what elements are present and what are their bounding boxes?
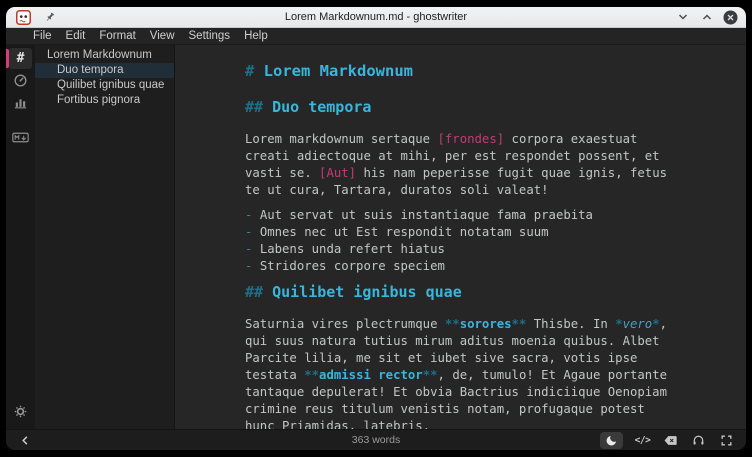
editor-text-segment: Duo tempora (272, 98, 371, 116)
editor-list-item: - Omnes nec ut Est respondit notatam suu… (245, 224, 734, 241)
close-button[interactable] (723, 10, 738, 25)
editor-text-segment: ** (445, 317, 460, 331)
tab-session-statistics[interactable] (9, 70, 32, 91)
editor-text-segment: # (245, 62, 264, 80)
editor-list-item: - Labens unda refert hiatus (245, 241, 734, 258)
tab-cheat-sheet[interactable] (9, 127, 32, 148)
editor-text-segment: - (245, 259, 260, 273)
editor-text-segment: admissi rector (319, 368, 423, 382)
editor-text-segment: - (245, 225, 260, 239)
moon-icon (605, 434, 618, 447)
menubar: File Edit Format View Settings Help (6, 28, 746, 45)
menu-settings[interactable]: Settings (182, 30, 238, 42)
headphones-icon (692, 434, 705, 447)
editor-text-segment: ** (423, 368, 438, 382)
maximize-button[interactable] (699, 10, 714, 25)
active-tab-indicator (6, 49, 9, 68)
menu-format[interactable]: Format (92, 30, 142, 42)
editor-text-segment: vero (623, 317, 653, 331)
editor-paragraph: Lorem markdownum sertaque [frondes] corp… (245, 131, 734, 199)
chevron-up-icon (701, 11, 713, 23)
editor-content: # Lorem Markdownum ## Duo tempora Lorem ma… (245, 62, 734, 429)
editor-text-segment: sorores (460, 317, 512, 331)
editor-text-segment: Labens unda refert hiatus (260, 242, 445, 256)
ghostwriter-app-icon[interactable] (16, 10, 31, 25)
hide-sidebar-button[interactable] (17, 432, 34, 449)
chevron-down-icon (677, 11, 689, 23)
fullscreen-toggle[interactable] (718, 432, 735, 449)
editor-text-segment: ** (304, 368, 319, 382)
editor-text-segment: - (245, 208, 260, 222)
editor-text-segment: ## (245, 98, 272, 116)
editor-text-segment: * (615, 317, 622, 331)
editor-text-segment: Saturnia vires plectrumque (245, 317, 445, 331)
tab-document-statistics[interactable] (9, 92, 32, 113)
editor-heading: ## Duo tempora (245, 98, 734, 116)
fullscreen-icon (720, 434, 733, 447)
editor-list-item: - Aut servat ut suis instantiaque fama p… (245, 207, 734, 224)
editor-text-segment: ## (245, 283, 272, 301)
outline-item[interactable]: Lorem Markdownum (35, 48, 174, 63)
code-icon: </> (635, 435, 651, 446)
minimize-button[interactable] (675, 10, 690, 25)
markdown-icon (12, 130, 29, 145)
editor-text-segment: Omnes nec ut Est respondit notatam suum (260, 225, 549, 239)
menu-help[interactable]: Help (237, 30, 275, 42)
hemingway-mode-toggle[interactable] (662, 432, 679, 449)
focus-mode-toggle[interactable] (690, 432, 707, 449)
bar-chart-icon (13, 95, 28, 110)
editor-text-segment: Lorem markdownum sertaque (245, 132, 438, 146)
menu-file[interactable]: File (26, 30, 59, 42)
editor-heading: # Lorem Markdownum (245, 62, 734, 80)
editor-list: - Aut servat ut suis instantiaque fama p… (245, 207, 734, 275)
settings-button[interactable] (9, 401, 32, 422)
editor-paragraph: Saturnia vires plectrumque **sorores** T… (245, 316, 734, 429)
chevron-left-icon (20, 435, 31, 446)
hash-icon: # (17, 51, 25, 66)
editor-text-segment: Stridores corpore speciem (260, 259, 445, 273)
editor-text-segment: ** (512, 317, 527, 331)
outline-panel: Lorem MarkdownumDuo temporaQuilibet igni… (35, 45, 175, 429)
tab-outline[interactable]: # (9, 48, 32, 69)
outline-list: Lorem MarkdownumDuo temporaQuilibet igni… (35, 48, 174, 108)
backspace-icon (663, 434, 678, 447)
gauge-icon (13, 73, 28, 88)
editor-text-segment: * (652, 317, 659, 331)
outline-item[interactable]: Duo tempora (35, 63, 174, 78)
dark-mode-toggle[interactable] (600, 432, 623, 449)
gear-icon (13, 404, 28, 419)
main-content: # (6, 45, 746, 429)
editor-text-segment: Thisbe. In (526, 317, 615, 331)
ghostwriter-window: Lorem Markdownum.md - ghostwriter Fi (6, 7, 746, 450)
window-title: Lorem Markdownum.md - ghostwriter (6, 11, 746, 23)
sidebar-tab-strip: # (6, 45, 35, 429)
editor-text-segment: Aut servat ut suis instantiaque fama pra… (260, 208, 593, 222)
editor-text-segment: Quilibet ignibus quae (272, 283, 462, 301)
titlebar: Lorem Markdownum.md - ghostwriter (6, 7, 746, 28)
close-icon (723, 10, 738, 25)
menu-view[interactable]: View (143, 30, 182, 42)
editor-text-segment: [Aut] (319, 166, 356, 180)
editor-text-segment: [frondes] (438, 132, 505, 146)
editor-heading: ## Quilibet ignibus quae (245, 283, 734, 301)
statusbar: 363 words </> (6, 429, 746, 450)
menu-edit[interactable]: Edit (59, 30, 93, 42)
editor-list-item: - Stridores corpore speciem (245, 258, 734, 275)
pin-icon[interactable] (44, 11, 56, 23)
html-preview-toggle[interactable]: </> (634, 432, 651, 449)
editor-text-segment: - (245, 242, 260, 256)
editor-text-segment: Lorem Markdownum (264, 62, 413, 80)
outline-item[interactable]: Fortibus pignora (35, 93, 174, 108)
outline-item[interactable]: Quilibet ignibus quae (35, 78, 174, 93)
editor[interactable]: # Lorem Markdownum ## Duo tempora Lorem ma… (175, 45, 746, 429)
